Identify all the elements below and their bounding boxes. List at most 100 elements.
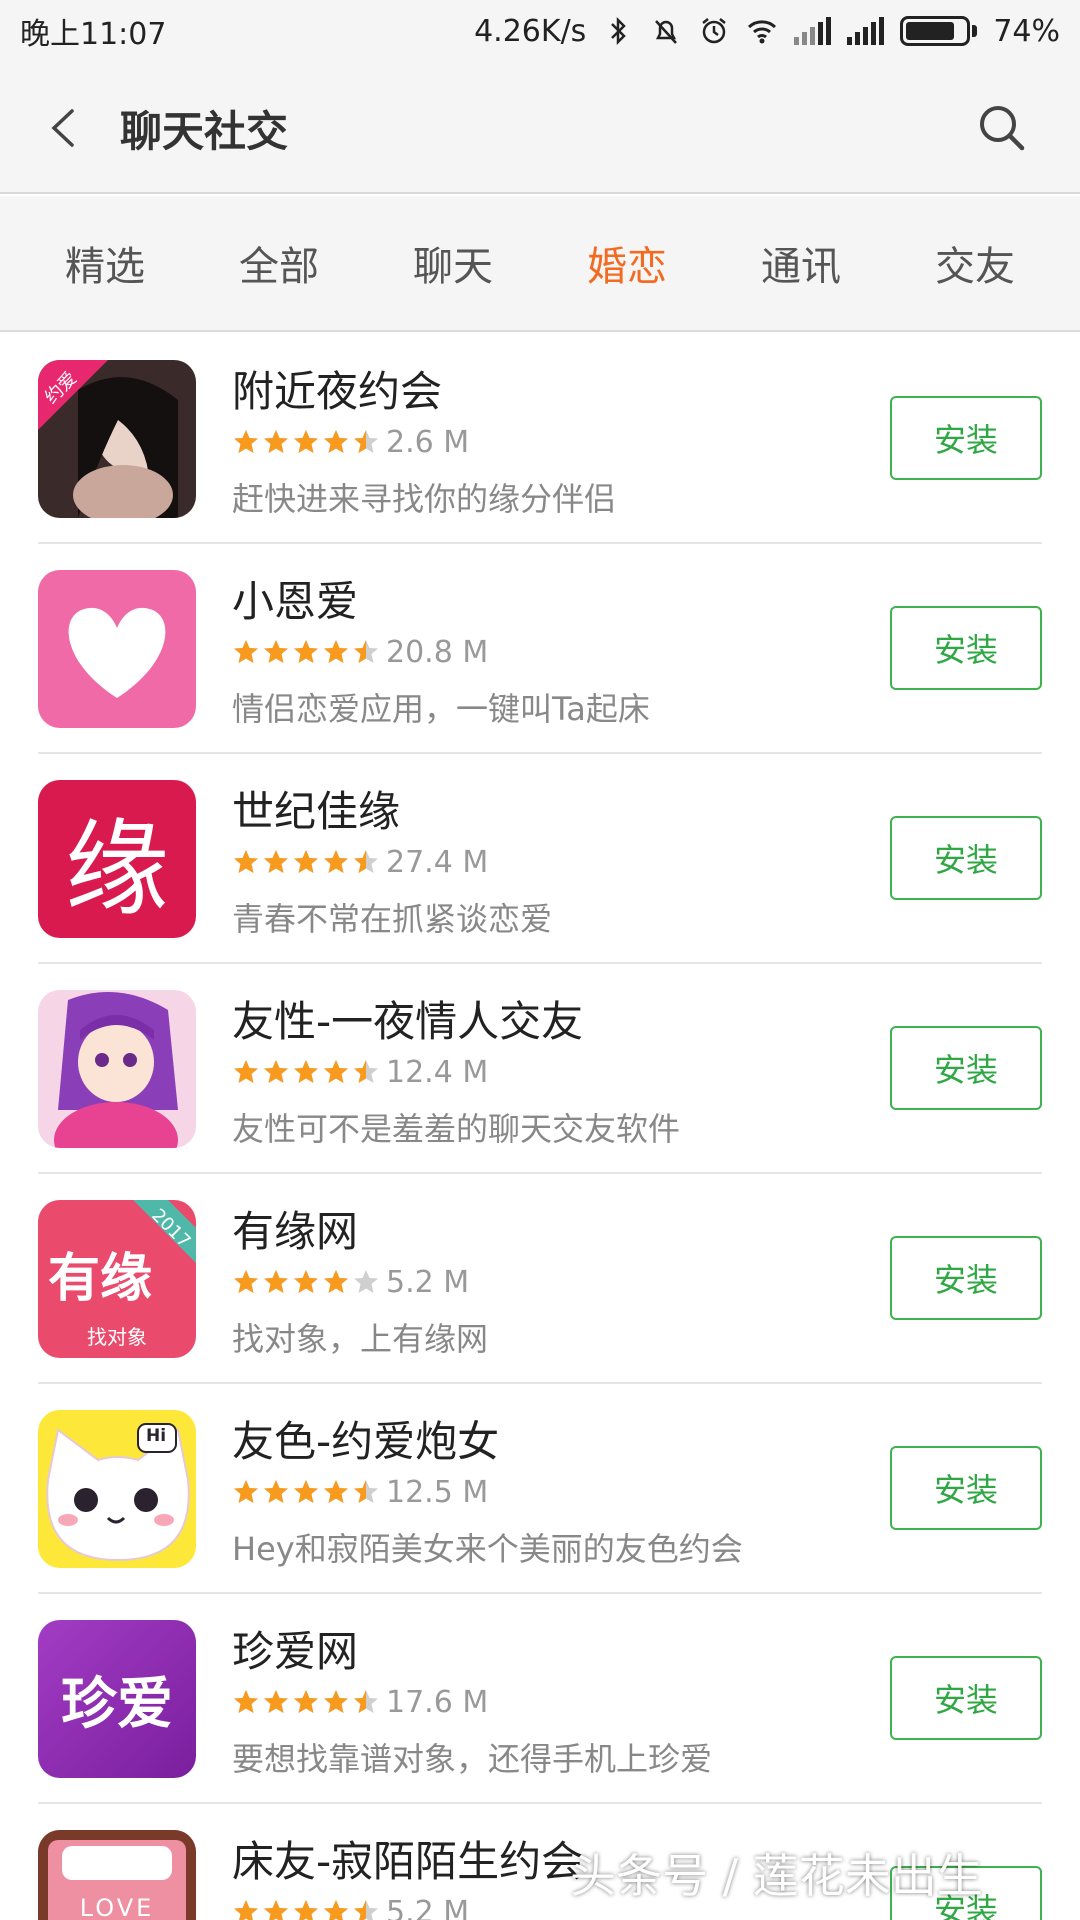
app-desc: Hey和寂陌美女来个美丽的友色约会 bbox=[232, 1530, 743, 1568]
app-icon-shijijiayuan[interactable]: 缘 bbox=[38, 780, 196, 938]
bluetooth-icon bbox=[611, 16, 627, 46]
alarm-icon bbox=[702, 18, 727, 44]
battery-tip bbox=[972, 25, 978, 37]
app-icon-zhenaiwang[interactable]: 珍爱 bbox=[38, 1620, 196, 1778]
star-full-icon bbox=[294, 1480, 318, 1503]
app-name: 有缘网 bbox=[232, 1207, 359, 1256]
rating-row: 17.6 M bbox=[232, 1684, 488, 1720]
list-item[interactable]: 友性-一夜情人交友 12.4 M 友性可不是羞羞的聊天交友软件 安装 bbox=[0, 964, 1080, 1174]
tab-quanbu[interactable]: 全部 bbox=[194, 234, 364, 292]
watermark: 头条号 / 莲花未出生 bbox=[570, 1849, 983, 1903]
install-button[interactable]: 安装 bbox=[890, 1446, 1042, 1530]
star-full-icon bbox=[294, 640, 318, 663]
star-half-icon bbox=[354, 640, 378, 663]
app-desc: 情侣恋爱应用，一键叫Ta起床 bbox=[232, 690, 650, 728]
icon-text: 珍爱 bbox=[61, 1670, 173, 1737]
network-speed: 4.26K/s bbox=[474, 13, 587, 49]
app-name: 小恩爱 bbox=[232, 577, 359, 626]
star-rating bbox=[232, 848, 380, 876]
star-full-icon bbox=[294, 1060, 318, 1083]
install-button[interactable]: 安装 bbox=[890, 816, 1042, 900]
app-name: 附近夜约会 bbox=[232, 367, 443, 416]
app-list: 约爱 附近夜约会 2.6 M 赶快进来寻找你的缘分伴侣 安装 小恩爱 20.8 … bbox=[0, 334, 1080, 1920]
app-name: 床友-寂陌陌生约会 bbox=[232, 1837, 584, 1886]
signal-icon bbox=[794, 17, 832, 45]
tab-tongxun[interactable]: 通讯 bbox=[716, 234, 886, 292]
battery-icon bbox=[900, 16, 971, 46]
tab-liaotian[interactable]: 聊天 bbox=[368, 234, 538, 292]
app-icon-chuangyou[interactable]: LOVE bbox=[38, 1830, 196, 1920]
app-size: 27.4 M bbox=[386, 844, 489, 880]
star-full-icon bbox=[294, 1270, 318, 1293]
cat-face-icon bbox=[46, 1423, 190, 1562]
tab-jiaoyou[interactable]: 交友 bbox=[890, 234, 1060, 292]
app-icon-youxing[interactable] bbox=[38, 990, 196, 1148]
star-rating bbox=[232, 428, 380, 456]
install-button[interactable]: 安装 bbox=[890, 1026, 1042, 1110]
icon-text: 有缘 bbox=[48, 1248, 153, 1309]
star-rating bbox=[232, 1688, 380, 1716]
app-icon-fujin[interactable]: 约爱 bbox=[38, 360, 196, 518]
star-half-icon bbox=[354, 850, 378, 873]
list-item[interactable]: 小恩爱 20.8 M 情侣恋爱应用，一键叫Ta起床 安装 bbox=[0, 544, 1080, 754]
star-full-icon bbox=[264, 1480, 288, 1503]
rating-row: 20.8 M bbox=[232, 634, 488, 670]
install-button[interactable]: 安装 bbox=[890, 606, 1042, 690]
app-icon-yousecat[interactable]: Hi bbox=[38, 1410, 196, 1568]
install-button[interactable]: 安装 bbox=[890, 396, 1042, 480]
app-size: 5.2 M bbox=[386, 1264, 470, 1300]
star-full-icon bbox=[264, 430, 288, 453]
icon-text: LOVE bbox=[79, 1894, 155, 1920]
app-size: 20.8 M bbox=[386, 634, 489, 670]
tab-hunlian[interactable]: 婚恋 bbox=[542, 234, 712, 292]
battery-percent: 74% bbox=[993, 13, 1060, 49]
icon-bubble: Hi bbox=[146, 1426, 167, 1446]
app-size: 17.6 M bbox=[386, 1684, 489, 1720]
star-full-icon bbox=[234, 850, 258, 873]
app-name: 友性-一夜情人交友 bbox=[232, 997, 584, 1046]
star-full-icon bbox=[234, 430, 258, 453]
list-item[interactable]: 缘 世纪佳缘 27.4 M 青春不常在抓紧谈恋爱 安装 bbox=[0, 754, 1080, 964]
star-rating bbox=[232, 638, 380, 666]
install-button[interactable]: 安装 bbox=[890, 1236, 1042, 1320]
list-item[interactable]: 珍爱 珍爱网 17.6 M 要想找靠谱对象，还得手机上珍爱 安装 bbox=[0, 1594, 1080, 1804]
rating-row: 27.4 M bbox=[232, 844, 488, 880]
app-name: 珍爱网 bbox=[232, 1627, 359, 1676]
star-full-icon bbox=[324, 1480, 348, 1503]
app-icon-xiaoenai[interactable] bbox=[38, 570, 196, 728]
star-full-icon bbox=[324, 1270, 348, 1293]
star-full-icon bbox=[294, 850, 318, 873]
app-desc: 赶快进来寻找你的缘分伴侣 bbox=[232, 480, 617, 518]
star-full-icon bbox=[264, 640, 288, 663]
tab-jingxuan[interactable]: 精选 bbox=[20, 234, 190, 292]
app-size: 12.5 M bbox=[386, 1474, 489, 1510]
app-icon-youyuanwang[interactable]: 2017 有缘 找对象 bbox=[38, 1200, 196, 1358]
star-full-icon bbox=[324, 1900, 348, 1920]
star-full-icon bbox=[324, 850, 348, 873]
star-full-icon bbox=[264, 850, 288, 873]
star-rating bbox=[232, 1058, 380, 1086]
icon-text: 缘 bbox=[64, 807, 169, 930]
star-rating bbox=[232, 1268, 380, 1296]
app-desc: 要想找靠谱对象，还得手机上珍爱 bbox=[232, 1740, 713, 1778]
star-rating bbox=[232, 1478, 380, 1506]
list-item[interactable]: Hi 友色-约爱炮女 12.5 M Hey和寂陌美女来个美丽的友色约会 安装 bbox=[0, 1384, 1080, 1594]
page-title: 聊天社交 bbox=[120, 107, 289, 156]
mute-bell-icon bbox=[655, 20, 678, 44]
rating-row: 5.2 M bbox=[232, 1894, 469, 1920]
star-empty-icon bbox=[354, 1270, 378, 1293]
star-half-icon bbox=[354, 430, 378, 453]
list-item[interactable]: 约爱 附近夜约会 2.6 M 赶快进来寻找你的缘分伴侣 安装 bbox=[0, 334, 1080, 544]
star-full-icon bbox=[264, 1270, 288, 1293]
category-tabs: 精选 全部 聊天 婚恋 通讯 交友 bbox=[0, 196, 1080, 332]
star-full-icon bbox=[234, 1270, 258, 1293]
star-half-icon bbox=[354, 1900, 378, 1920]
rating-row: 12.5 M bbox=[232, 1474, 488, 1510]
list-item[interactable]: 2017 有缘 找对象 有缘网 5.2 M 找对象，上有缘网 安装 bbox=[0, 1174, 1080, 1384]
star-full-icon bbox=[324, 640, 348, 663]
heart-icon bbox=[38, 570, 196, 728]
install-button[interactable]: 安装 bbox=[890, 1656, 1042, 1740]
app-desc: 友性可不是羞羞的聊天交友软件 bbox=[232, 1110, 681, 1148]
search-icon[interactable] bbox=[976, 102, 1028, 154]
back-arrow-icon[interactable] bbox=[48, 108, 78, 148]
